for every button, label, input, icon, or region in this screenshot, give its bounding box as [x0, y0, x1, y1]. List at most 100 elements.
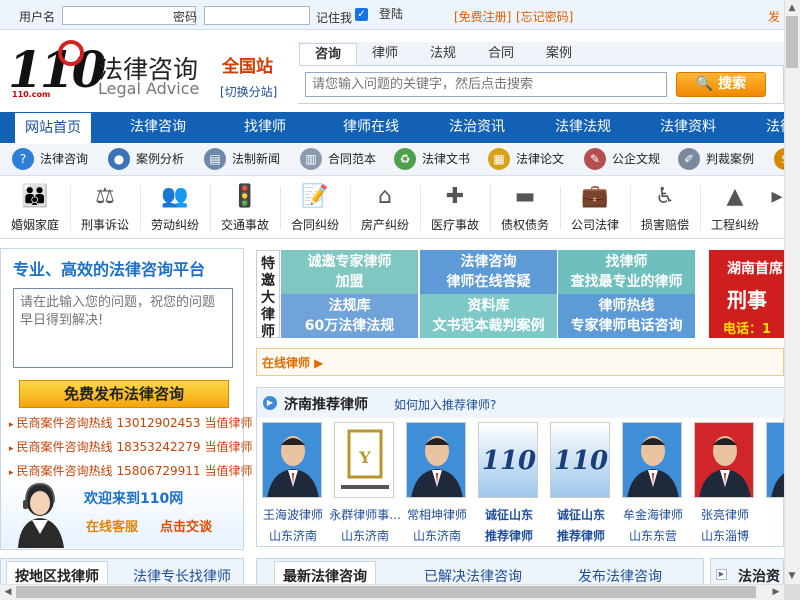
- lawyer-photo[interactable]: [622, 422, 682, 498]
- lawyer-card[interactable]: 牟金海律师 山东东营: [622, 422, 684, 543]
- category-more[interactable]: ▸: [770, 180, 784, 236]
- password-input[interactable]: [204, 6, 310, 25]
- scroll-right-icon[interactable]: ▶: [768, 584, 784, 600]
- promo-tile[interactable]: 找律师 查找最专业的律师: [558, 250, 695, 294]
- subnav-item[interactable]: 法制新闻: [232, 147, 280, 171]
- vertical-scroll-thumb[interactable]: [786, 16, 798, 68]
- lawyer-card[interactable]: Y 永群律师事... 山东济南: [329, 422, 401, 543]
- remember-label: 记住我: [316, 11, 353, 25]
- invited-label-char: 邀: [261, 273, 275, 289]
- search-input[interactable]: [305, 72, 667, 97]
- pen-icon[interactable]: ✐: [678, 148, 700, 170]
- clipboard-icon[interactable]: ✎: [584, 148, 606, 170]
- tab-by-expertise[interactable]: 法律专长找律师: [133, 566, 231, 586]
- book-icon[interactable]: ▦: [488, 148, 510, 170]
- category-6[interactable]: ✚ 医疗事故: [420, 180, 490, 236]
- switch-region-link[interactable]: [切换分站]: [220, 83, 277, 100]
- subnav-item[interactable]: 公企文规: [612, 147, 660, 171]
- online-service-link[interactable]: 在线客服: [86, 516, 138, 535]
- subnav-item[interactable]: 法律论文: [516, 147, 564, 171]
- lawyer-photo[interactable]: 110: [550, 422, 610, 498]
- category-4[interactable]: 📝 合同纠纷: [280, 180, 350, 236]
- search-tab-case[interactable]: 案例: [534, 43, 584, 65]
- scroll-up-icon[interactable]: ▲: [784, 0, 800, 16]
- category-5[interactable]: ⌂ 房产纠纷: [350, 180, 420, 236]
- category-0[interactable]: 👪 婚姻家庭: [0, 180, 70, 236]
- lawyer-card[interactable]: 110 诚征山东 推荐律师: [550, 422, 612, 543]
- subnav-item[interactable]: 判裁案例: [706, 147, 754, 171]
- lawyer-photo[interactable]: [694, 422, 754, 498]
- nav-legal-docs[interactable]: 法律资料: [660, 112, 716, 143]
- ad-banner[interactable]: 湖南首席 刑事 电话：1: [709, 250, 784, 338]
- login-button[interactable]: 登陆: [379, 5, 445, 22]
- site-logo[interactable]: 110 110.com 法律咨询 Legal Advice: [8, 36, 203, 102]
- online-lawyer-title[interactable]: 在线律师 ▶: [262, 354, 323, 371]
- lawyer-card[interactable]: 王海波律师 山东济南: [262, 422, 324, 543]
- people-icon[interactable]: ●: [108, 148, 130, 170]
- search-tab-contract[interactable]: 合同: [476, 43, 526, 65]
- subnav-item[interactable]: 法律咨询: [40, 147, 88, 171]
- promo-tile[interactable]: 诚邀专家律师 加盟: [281, 250, 418, 294]
- search-tab-lawyer[interactable]: 律师: [360, 43, 410, 65]
- lawyer-card[interactable]: 110 诚征山东 推荐律师: [478, 422, 540, 543]
- click-chat-link[interactable]: 点击交谈: [160, 516, 212, 535]
- promo-tile[interactable]: 法律咨询 律师在线答疑: [420, 250, 557, 294]
- lawyer-photo[interactable]: [262, 422, 322, 498]
- search-button[interactable]: 🔍 搜索: [676, 72, 766, 97]
- promo-tile[interactable]: 法规库 60万法律法规: [281, 294, 418, 338]
- nav-find-lawyer[interactable]: 找律师: [244, 112, 286, 143]
- scroll-left-icon[interactable]: ◀: [0, 584, 16, 600]
- top-right-link[interactable]: 发: [768, 8, 780, 25]
- category-3[interactable]: 🚦 交通事故: [210, 180, 280, 236]
- lawyer-photo[interactable]: [766, 422, 784, 498]
- nav-home[interactable]: 网站首页: [14, 112, 92, 143]
- tab-by-region[interactable]: 按地区找律师: [6, 561, 108, 586]
- category-2[interactable]: 👥 劳动纠纷: [140, 180, 210, 236]
- subnav-item[interactable]: 合同范本: [328, 147, 376, 171]
- post-question-button[interactable]: 免费发布法律咨询: [19, 380, 229, 408]
- nav-lawyer-online[interactable]: 律师在线: [343, 112, 399, 143]
- remember-checkbox[interactable]: ✓: [355, 8, 368, 21]
- category-8[interactable]: 💼 公司法律: [560, 180, 630, 236]
- lawyer-card[interactable]: 张亮律师 山东淄博: [694, 422, 756, 543]
- tab-post-consult[interactable]: 发布法律咨询: [578, 566, 662, 586]
- vertical-scrollbar[interactable]: [784, 0, 800, 584]
- category-10[interactable]: ▲ 工程纠纷: [700, 180, 770, 236]
- category-9[interactable]: ♿ 损害赔偿: [630, 180, 700, 236]
- subnav-item[interactable]: 法律文书: [422, 147, 470, 171]
- category-1[interactable]: ⚖ 刑事诉讼: [70, 180, 140, 236]
- nav-laws[interactable]: 法律法规: [555, 112, 611, 143]
- tab-solved-consult[interactable]: 已解决法律咨询: [424, 566, 522, 586]
- tab-legal-news[interactable]: 法治资: [738, 566, 784, 586]
- lawyer-photo[interactable]: Y: [334, 422, 394, 498]
- category-divider: [490, 186, 491, 230]
- promo-tile[interactable]: 资料库 文书范本裁判案例: [420, 294, 557, 338]
- recycle-icon[interactable]: ♻: [394, 148, 416, 170]
- nav-legal-consult[interactable]: 法律咨询: [130, 112, 186, 143]
- lawyer-name[interactable]: 张亮律师: [680, 506, 770, 523]
- document-icon[interactable]: ▥: [300, 148, 322, 170]
- register-link[interactable]: [免费注册]: [454, 8, 511, 25]
- hotline-row[interactable]: ▸ 民商案件咨询热线 13012902453 当值律师: [9, 414, 253, 434]
- forgot-password-link[interactable]: [忘记密码]: [516, 8, 573, 25]
- lawyer-card[interactable]: 常相坤律师 山东济南: [406, 422, 468, 543]
- subnav-item[interactable]: 案例分析: [136, 147, 184, 171]
- how-to-join-link[interactable]: 如何加入推荐律师?: [394, 396, 496, 413]
- category-7[interactable]: ▬ 债权债务: [490, 180, 560, 236]
- horizontal-scroll-thumb[interactable]: [16, 586, 756, 598]
- lawyer-card[interactable]: 邓山: [766, 422, 784, 498]
- search-tab-consult[interactable]: 咨询: [299, 43, 357, 65]
- question-icon[interactable]: ?: [12, 148, 34, 170]
- nav-more[interactable]: 法律: [766, 112, 784, 143]
- category-divider: [280, 186, 281, 230]
- question-textarea[interactable]: [13, 288, 233, 368]
- scroll-down-icon[interactable]: ▼: [784, 568, 800, 584]
- promo-tile[interactable]: 律师热线 专家律师电话咨询: [558, 294, 695, 338]
- tab-latest-consult[interactable]: 最新法律咨询: [274, 561, 376, 586]
- search-tab-law[interactable]: 法规: [418, 43, 468, 65]
- lawyer-photo[interactable]: 110: [478, 422, 538, 498]
- nav-legal-news[interactable]: 法治资讯: [449, 112, 505, 143]
- lawyer-photo[interactable]: [406, 422, 466, 498]
- newspaper-icon[interactable]: ▤: [204, 148, 226, 170]
- hotline-row[interactable]: ▸ 民商案件咨询热线 18353242279 当值律师: [9, 438, 253, 458]
